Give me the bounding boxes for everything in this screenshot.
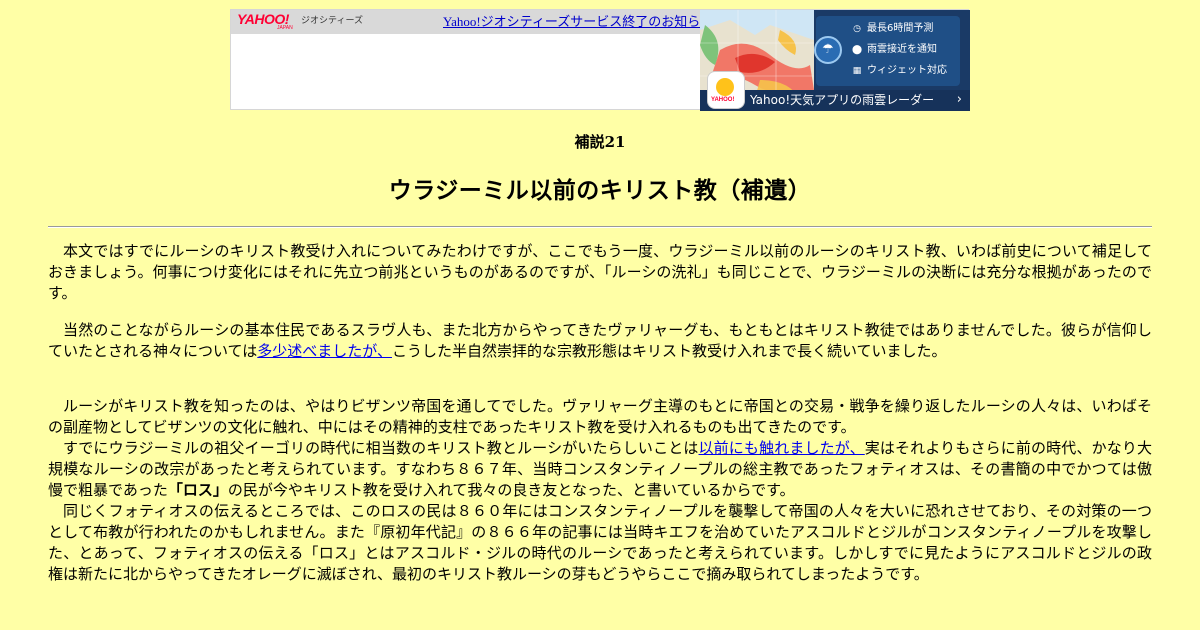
paragraph-3: ルーシがキリスト教を知ったのは、やはりビザンツ帝国を通してでした。ヴァリャーグ主… xyxy=(48,397,1152,436)
paragraph-text: こうした半自然崇拝的な宗教形態はキリスト教受け入れまで長く続いていました。 xyxy=(391,342,947,360)
weather-app-ad[interactable]: ◷ 最長6時間予測 ⬤ 雨雲接近を通知 ▦ ウィジェット対応 ☂ Yahoo!天気アプ… xyxy=(700,10,970,111)
article-body: 本文ではすでにルーシのキリスト教受け入れについてみたわけですが、ここでもう一度、… xyxy=(48,241,1152,585)
page-title: ウラジーミル以前のキリスト教（補遺） xyxy=(388,178,812,204)
supplement-label: 補説21 xyxy=(574,133,626,151)
banner-bar: YAHOO! JAPAN ジオシティーズ Yahoo!ジオシティーズサービス終了… xyxy=(231,10,713,34)
sun-icon xyxy=(716,78,734,96)
widget-icon: ▦ xyxy=(852,66,862,76)
paragraph-5: 同じくフォティオスの伝えるところでは、このロスの民は８６０年にはコンスタンティノ… xyxy=(48,502,1152,583)
geocities-label: ジオシティーズ xyxy=(301,15,364,25)
pin-icon: ⬤ xyxy=(851,45,863,55)
weather-app-icon: YAHOO! xyxy=(708,72,744,108)
paragraph-text: すでにウラジーミルの祖父イーゴリの時代に相当数のキリスト教とルーシがいたらしいこ… xyxy=(63,439,699,457)
paragraph-2: 当然のことながらルーシの基本住民であるスラヴ人も、また北方からやってきたヴァリャ… xyxy=(48,320,1152,362)
ad-feature-forecast: ◷ 最長6時間予測 xyxy=(850,21,933,37)
paragraph-1: 本文ではすでにルーシのキリスト教受け入れについてみたわけですが、ここでもう一度、… xyxy=(48,242,1152,302)
ad-footer-text: Yahoo!天気アプリの雨雲レーダー xyxy=(750,93,935,107)
chevron-right-icon: › xyxy=(956,92,962,107)
rain-cloud-icon: ☂ xyxy=(814,36,842,64)
ad-feature-notify: ⬤ 雨雲接近を通知 xyxy=(850,42,937,58)
ad-feature-label: ウィジェット対応 xyxy=(867,65,947,76)
geocities-banner: YAHOO! JAPAN ジオシティーズ Yahoo!ジオシティーズサービス終了… xyxy=(230,9,970,111)
clock-icon: ◷ xyxy=(853,24,861,34)
paragraph-text: の民が今やキリスト教を受け入れて我々の良き友となった、と書いているからです。 xyxy=(227,481,795,499)
ad-feature-label: 最長6時間予測 xyxy=(867,23,934,34)
yahoo-logo[interactable]: YAHOO! xyxy=(237,12,289,26)
yahoo-logo-sub: JAPAN xyxy=(277,25,293,31)
service-end-notice-link[interactable]: Yahoo!ジオシティーズサービス終了のお知らせ xyxy=(443,14,713,29)
app-icon-label: YAHOO! xyxy=(711,97,735,103)
gods-reference-link[interactable]: 多少述べましたが、 xyxy=(257,342,392,360)
ad-feature-label: 雨雲接近を通知 xyxy=(867,44,937,55)
igor-reference-link[interactable]: 以前にも触れましたが、 xyxy=(699,439,865,457)
ad-feature-widget: ▦ ウィジェット対応 xyxy=(850,63,947,79)
paragraph-4: すでにウラジーミルの祖父イーゴリの時代に相当数のキリスト教とルーシがいたらしいこ… xyxy=(48,438,1152,501)
divider xyxy=(48,226,1152,228)
ros-emphasis: 「ロス」 xyxy=(167,481,228,499)
